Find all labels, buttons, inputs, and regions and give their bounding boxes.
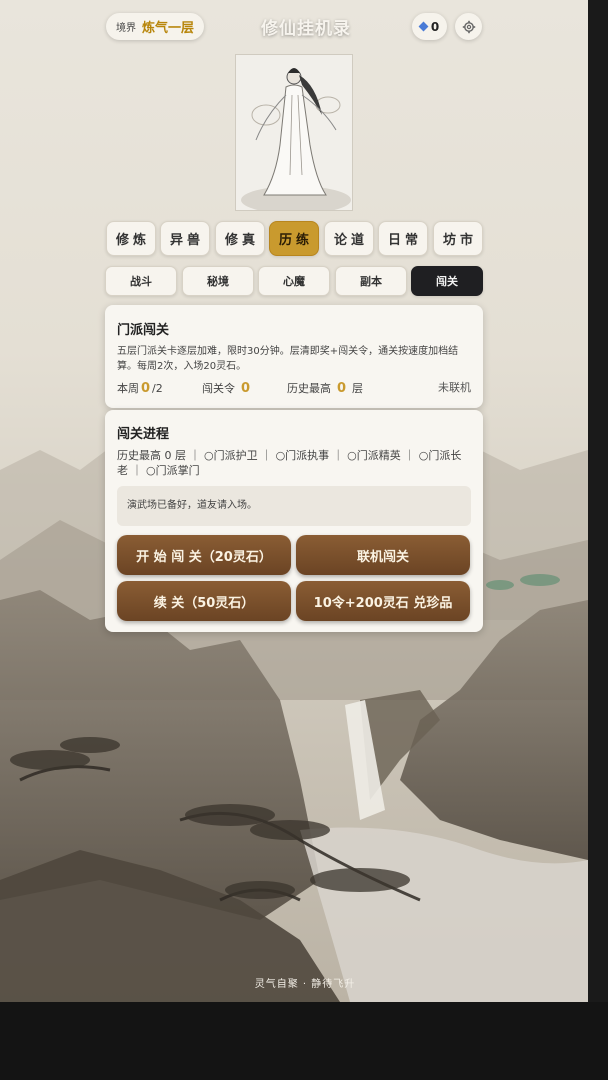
app-title: 修仙挂机录 bbox=[261, 19, 351, 39]
tab-refine[interactable]: 修真 bbox=[215, 221, 265, 256]
gear-icon bbox=[462, 20, 475, 33]
tab-beasts[interactable]: 异兽 bbox=[160, 221, 210, 256]
start-trial-button[interactable]: 开 始 闯 关（20灵石） bbox=[117, 535, 291, 575]
continue-trial-button[interactable]: 续 关（50灵石） bbox=[117, 581, 291, 621]
best-label: 历史最高 bbox=[287, 382, 331, 395]
settings-button[interactable] bbox=[455, 13, 482, 40]
token-label: 闯关令 bbox=[202, 382, 235, 395]
right-edge-bar bbox=[588, 0, 608, 1002]
spirit-stone-count: 0 bbox=[430, 19, 440, 34]
immortal-figure-image bbox=[236, 55, 352, 210]
best-value: 0 bbox=[337, 381, 347, 396]
tab-daily[interactable]: 日常 bbox=[378, 221, 428, 256]
character-portrait bbox=[235, 54, 353, 211]
realm-indicator: 境界 炼气一层 bbox=[106, 13, 205, 40]
weekly-label: 本周 bbox=[117, 382, 139, 395]
subtab-dungeon[interactable]: 副本 bbox=[335, 266, 407, 296]
gem-icon bbox=[418, 21, 429, 32]
tab-market[interactable]: 坊市 bbox=[433, 221, 483, 256]
footer-slogan: 灵气自聚 · 静待飞升 bbox=[254, 979, 356, 990]
subtab-trials[interactable]: 闯关 bbox=[411, 266, 483, 296]
sect-trial-card: 门派闯关 五层门派关卡逐层加难，限时30分钟。层清即奖+闯关令，通关按速度加档结… bbox=[105, 305, 483, 408]
bottom-bar bbox=[0, 1002, 608, 1080]
online-trial-button[interactable]: 联机闯关 bbox=[296, 535, 470, 575]
token-value: 0 bbox=[241, 381, 251, 396]
best-floor: 历史最高 0 层 bbox=[287, 380, 363, 396]
connection-status: 未联机 bbox=[438, 381, 471, 394]
subtab-battle[interactable]: 战斗 bbox=[105, 266, 177, 296]
best-unit: 层 bbox=[352, 382, 364, 395]
card-title: 闯关进程 bbox=[117, 427, 170, 442]
exchange-treasure-button[interactable]: 10令+200灵石 兑珍品 bbox=[296, 581, 470, 621]
status-message: 演武场已备好，道友请入场。 bbox=[117, 486, 471, 526]
floor-progress: 历史最高 0 层 ｜ ○门派护卫 ｜ ○门派执事 ｜ ○门派精英 ｜ ○门派长老… bbox=[117, 449, 462, 477]
tab-cultivate[interactable]: 修炼 bbox=[106, 221, 156, 256]
tab-discourse[interactable]: 论道 bbox=[324, 221, 374, 256]
weekly-attempts: 本周 0 /2 bbox=[117, 380, 163, 396]
trial-token-count: 闯关令 0 bbox=[202, 380, 250, 396]
card-title: 门派闯关 bbox=[117, 323, 170, 338]
card-description: 五层门派关卡逐层加难，限时30分钟。层清即奖+闯关令，通关按速度加档结算。每周2… bbox=[117, 346, 459, 372]
spirit-stone-counter: 0 bbox=[412, 13, 447, 40]
weekly-total: /2 bbox=[152, 382, 163, 395]
tab-training[interactable]: 历练 bbox=[269, 221, 319, 256]
realm-value: 炼气一层 bbox=[142, 21, 195, 36]
realm-label: 境界 bbox=[116, 23, 136, 34]
weekly-used: 0 bbox=[141, 381, 151, 396]
subtab-secret-realm[interactable]: 秘境 bbox=[182, 266, 254, 296]
subtab-inner-demon[interactable]: 心魔 bbox=[258, 266, 330, 296]
trial-progress-card: 闯关进程 历史最高 0 层 ｜ ○门派护卫 ｜ ○门派执事 ｜ ○门派精英 ｜ … bbox=[105, 410, 483, 632]
